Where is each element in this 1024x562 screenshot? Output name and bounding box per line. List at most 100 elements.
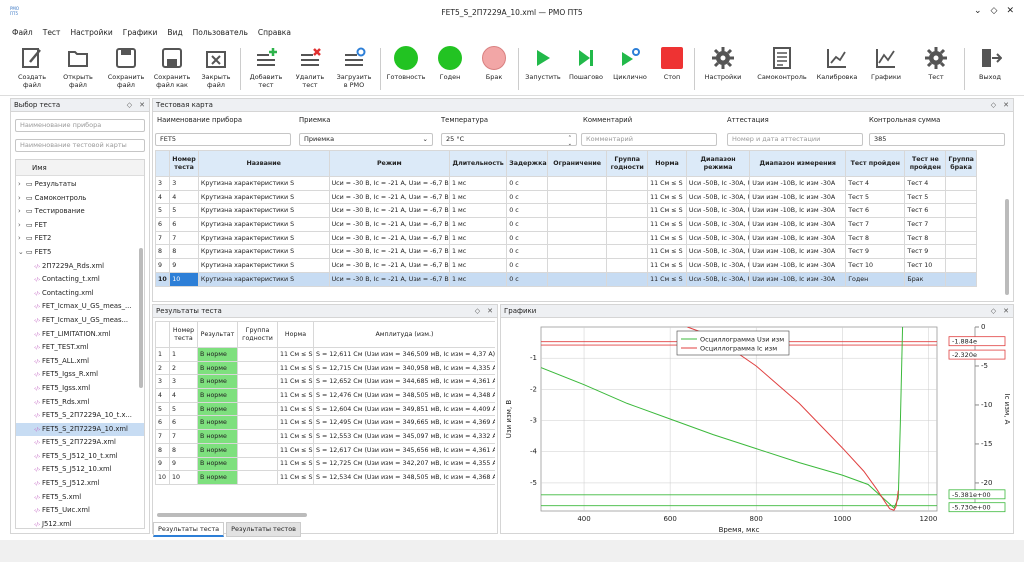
column-header[interactable]: Тест пройден [845, 150, 906, 177]
table-cell[interactable]: Тест 6 [845, 203, 906, 219]
table-cell[interactable]: Uси = -30 В, Ic = -21 А, Uзи = -6,7 В [328, 189, 451, 205]
column-header[interactable]: Амплитуда (изм.) [313, 321, 495, 348]
chevron-right-icon[interactable]: › [16, 232, 26, 246]
table-cell[interactable]: 2 [169, 360, 198, 376]
float-icon[interactable]: ◇ [991, 307, 996, 315]
add-test-button[interactable]: Добавить тест [246, 44, 286, 94]
table-cell[interactable]: 11 См ≤ S [647, 271, 687, 287]
table-cell[interactable]: 1 мс [449, 217, 508, 232]
table-row[interactable]: 33В норме 11 См ≤ SS = 12,652 См (Uзи изм… [155, 374, 495, 390]
row-index[interactable]: 6 [155, 217, 170, 232]
table-cell[interactable]: S = 12,553 См (Uзи изм = 345,097 мВ, Ic … [313, 429, 495, 444]
table-cell[interactable]: 10 [155, 470, 170, 485]
float-icon[interactable]: ◇ [127, 101, 132, 109]
table-cell[interactable] [606, 258, 649, 273]
column-header[interactable]: Ограничение [547, 150, 608, 177]
menu-item[interactable]: Тест [43, 28, 61, 37]
table-cell[interactable]: Uси = -30 В, Ic = -21 А, Uзи = -6,7 В [328, 258, 451, 273]
status-badge[interactable]: В норме [197, 360, 238, 376]
column-header[interactable]: Результат [197, 321, 238, 348]
tree-folder[interactable]: › ▭ Тестирование [16, 205, 144, 219]
table-cell[interactable]: Uси -50В, Ic -30А, Uзи -30В [685, 189, 751, 205]
column-header[interactable]: Норма [647, 150, 687, 177]
table-cell[interactable] [237, 470, 278, 485]
tree-file[interactable]: ‹/› FET5_Igss_R.xml [16, 368, 144, 382]
table-row[interactable]: 99В норме 11 См ≤ SS = 12,725 См (Uзи изм… [155, 456, 495, 472]
tree-file[interactable]: ‹/› FET5_S_J512_10_t.xml [16, 450, 144, 464]
table-cell[interactable] [945, 217, 977, 232]
table-cell[interactable]: 11 См ≤ S [647, 217, 687, 232]
table-cell[interactable] [606, 203, 649, 219]
table-cell[interactable]: Годен [845, 271, 906, 287]
table-row[interactable]: 3 3 Крутизна характеристики S Uси = -30 В, … [155, 176, 977, 191]
table-cell[interactable] [606, 189, 649, 205]
tree-file[interactable]: ‹/› 2П7229А_Rds.xml [16, 260, 144, 274]
table-row[interactable]: 5 5 Крутизна характеристики S Uси = -30 В, … [155, 203, 977, 219]
device-field[interactable]: FET5 [155, 133, 291, 146]
float-icon[interactable]: ◇ [475, 307, 480, 315]
table-cell[interactable] [547, 203, 608, 219]
table-cell[interactable]: S = 12,617 См (Uзи изм = 345,656 мВ, Ic … [313, 442, 495, 458]
table-cell[interactable] [945, 176, 977, 191]
close-icon[interactable]: ✕ [487, 307, 493, 315]
tree-file[interactable]: ‹/› Contacting.xml [16, 287, 144, 301]
close-icon[interactable]: ✕ [1003, 307, 1009, 315]
table-cell[interactable]: 1 мс [449, 230, 508, 246]
table-cell[interactable] [606, 271, 649, 287]
device-name-input[interactable]: Наименование прибора [15, 119, 145, 132]
tree-file[interactable]: ‹/› FET_Icmax_U_GS_meas_... [16, 300, 144, 314]
table-cell[interactable]: 11 См ≤ S [277, 456, 314, 472]
table-cell[interactable]: 7 [169, 230, 199, 246]
table-cell[interactable]: Тест 4 [904, 176, 947, 191]
table-cell[interactable] [945, 189, 977, 205]
table-cell[interactable] [945, 258, 977, 273]
table-cell[interactable]: Тест 7 [904, 217, 947, 232]
menu-item[interactable]: Справка [258, 28, 291, 37]
table-cell[interactable]: Крутизна характеристики S [197, 203, 330, 219]
table-cell[interactable]: 7 [155, 429, 170, 444]
table-cell[interactable] [945, 203, 977, 219]
table-row[interactable]: 9 9 Крутизна характеристики S Uси = -30 В, … [155, 258, 977, 273]
table-cell[interactable]: 10 [169, 470, 198, 485]
maximize-icon[interactable]: ◇ [991, 6, 998, 16]
table-row[interactable]: 44В норме 11 См ≤ SS = 12,476 См (Uзи изм… [155, 388, 495, 403]
table-cell[interactable]: 1 мс [449, 189, 508, 205]
table-cell[interactable]: Крутизна характеристики S [197, 189, 330, 205]
float-icon[interactable]: ◇ [991, 101, 996, 109]
table-cell[interactable] [945, 244, 977, 260]
table-cell[interactable]: 1 мс [449, 258, 508, 273]
column-header[interactable]: Номер теста [169, 150, 199, 177]
table-cell[interactable]: 1 мс [449, 271, 508, 287]
temp-field[interactable]: 25 °C ⌃ ⌄ [441, 133, 577, 146]
table-cell[interactable]: Тест 5 [845, 189, 906, 205]
table-cell[interactable]: Uзи изм -10В, Ic изм -30А [749, 189, 847, 205]
table-cell[interactable]: Uси -50В, Ic -30А, Uзи -30В [685, 176, 751, 191]
tree-file[interactable]: ‹/› Contacting_t.xml [16, 273, 144, 287]
table-cell[interactable]: 7 [169, 429, 198, 444]
table-row[interactable]: 8 8 Крутизна характеристики S Uси = -30 В, … [155, 244, 977, 260]
tree-file[interactable]: ‹/› FET5_ALL.xml [16, 355, 144, 369]
table-cell[interactable]: 4 [169, 189, 199, 205]
table-scrollbar[interactable] [1005, 199, 1009, 295]
table-cell[interactable]: 11 См ≤ S [277, 347, 314, 362]
table-cell[interactable]: S = 12,534 См (Uзи изм = 348,505 мВ, Ic … [313, 470, 495, 485]
chevron-right-icon[interactable]: › [16, 178, 26, 192]
run-button[interactable]: Запустить [524, 44, 562, 94]
status-badge[interactable]: В норме [197, 401, 238, 417]
graphs-button[interactable]: Графики [864, 44, 908, 94]
table-cell[interactable]: 11 См ≤ S [647, 244, 687, 260]
column-header[interactable]: Название [197, 150, 330, 177]
column-header[interactable]: Группа годности [237, 321, 278, 348]
table-cell[interactable]: 11 См ≤ S [277, 442, 314, 458]
table-row[interactable]: 77В норме 11 См ≤ SS = 12,553 См (Uзи изм… [155, 429, 495, 444]
table-cell[interactable]: 0 с [506, 203, 549, 219]
step-button[interactable]: Пошагово [566, 44, 606, 94]
table-cell[interactable]: 9 [169, 456, 198, 472]
table-row[interactable]: 55В норме 11 См ≤ SS = 12,604 См (Uзи изм… [155, 401, 495, 417]
menu-item[interactable]: Пользователь [193, 28, 248, 37]
minimize-icon[interactable]: ⌄ [974, 6, 982, 16]
attest-field[interactable]: Номер и дата аттестации [727, 133, 863, 146]
accept-select[interactable]: Приемка ⌄ [299, 133, 433, 146]
table-cell[interactable]: Uзи изм -10В, Ic изм -30А [749, 258, 847, 273]
column-header[interactable]: Диапазон измерения [749, 150, 847, 177]
